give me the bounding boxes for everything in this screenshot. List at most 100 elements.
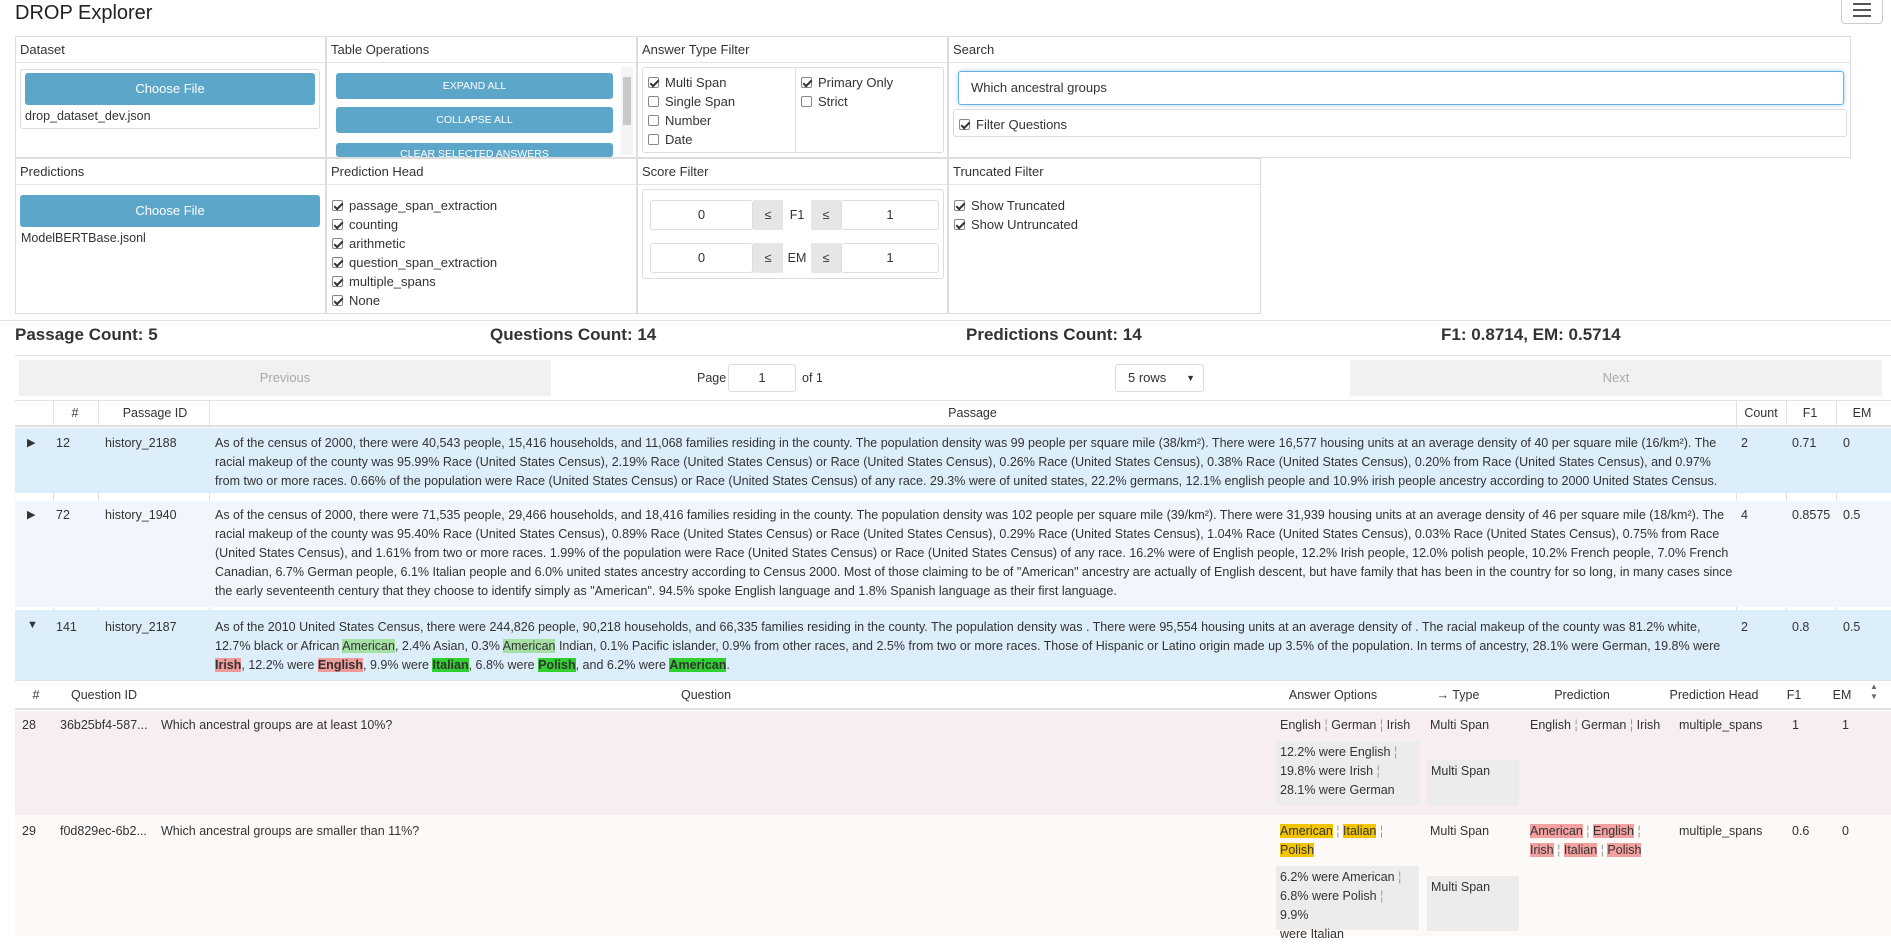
alt-answer-box[interactable]: 12.2% were English ¦ 19.8% were Irish ¦ … [1276,741,1419,805]
checkbox-icon [648,96,659,107]
passage-count: 4 [1741,508,1748,522]
answer-highlight: English [317,658,363,672]
answer-options[interactable]: English ¦ German ¦ Irish [1280,716,1410,735]
passage-text: As of the census of 2000, there were 40,… [215,436,1718,488]
em-max-input[interactable]: 1 [841,243,939,273]
menu-button[interactable] [1841,0,1883,24]
passage-num: 12 [56,436,70,450]
passage-text: As of the census of 2000, there were 71,… [215,508,1733,598]
checkbox-icon [801,77,812,88]
f1-max-input[interactable]: 1 [841,200,939,230]
truncated-filter-header: Truncated Filter [949,159,1260,185]
answer-highlight: Polish [538,658,576,672]
checkbox-icon [954,200,965,211]
answer-type-header: Answer Type Filter [638,37,947,63]
qcol-type[interactable]: → Type [1409,688,1507,702]
checkbox-icon [332,200,343,211]
head-question-span-extraction-checkbox[interactable]: question_span_extraction [332,255,497,270]
em-min-input[interactable]: 0 [650,243,753,273]
qcol-num: # [32,688,40,702]
passage-f1: 0.8 [1792,620,1810,634]
predictions-header: Predictions [16,159,325,185]
dataset-header: Dataset [16,37,325,63]
answer-highlight: American [669,658,727,672]
question-num: 28 [22,718,36,732]
head-none-checkbox[interactable]: None [332,293,380,308]
prediction: English ¦ German ¦ Irish [1530,718,1661,732]
answer-highlight: American [342,639,395,653]
primary-only-checkbox[interactable]: Primary Only [801,75,893,90]
single-span-checkbox[interactable]: Single Span [648,94,735,109]
alt-answer-box[interactable]: 6.2% were American ¦ 6.8% were Polish ¦ … [1276,866,1419,941]
col-passage-id: Passage ID [122,406,188,420]
separator-icon: ¦ [1557,843,1561,857]
vertical-scroll-arrows-icon[interactable]: ▲ ▼ [1870,682,1878,702]
question-f1: 0.6 [1792,824,1810,838]
question-f1: 1 [1792,718,1799,732]
table-operations-scrollbar[interactable] [621,67,633,155]
qcol-prediction-head: Prediction Head [1669,688,1759,702]
collapse-triangle-icon[interactable]: ▼ [27,616,38,635]
dataset-choose-file-button[interactable]: Choose File [25,73,315,105]
collapse-all-button[interactable]: COLLAPSE ALL [336,107,613,133]
question-em: 0 [1842,824,1849,838]
predictions-file-name: ModelBERTBase.jsonl [21,231,146,245]
head-counting-checkbox[interactable]: counting [332,217,398,232]
show-untruncated-checkbox[interactable]: Show Untruncated [954,217,1078,232]
expand-triangle-icon[interactable]: ▶ [27,434,35,453]
scrollbar-thumb[interactable] [623,77,631,125]
score-summary: F1: 0.8714, EM: 0.5714 [1441,325,1621,344]
date-checkbox[interactable]: Date [648,132,692,147]
passage-em: 0.5 [1843,508,1861,522]
expand-all-button[interactable]: EXPAND ALL [336,73,613,99]
search-input[interactable]: Which ancestral groups [958,71,1844,105]
number-checkbox[interactable]: Number [648,113,711,128]
multi-span-checkbox[interactable]: Multi Span [648,75,726,90]
show-truncated-checkbox[interactable]: Show Truncated [954,198,1065,213]
previous-button[interactable]: Previous [19,360,551,396]
stats-divider [0,320,1891,321]
predictions-choose-file-button[interactable]: Choose File [20,195,320,227]
passage-count: Passage Count: 5 [15,325,158,344]
head-arithmetic-checkbox[interactable]: arithmetic [332,236,405,251]
head-multiple-spans-checkbox[interactable]: multiple_spans [332,274,436,289]
next-button[interactable]: Next [1350,360,1882,396]
questions-count: Questions Count: 14 [490,325,657,344]
head-passage-span-extraction-checkbox[interactable]: passage_span_extraction [332,198,497,213]
rows-per-page-select[interactable]: 5 rows ▼ [1115,364,1204,392]
answer-type-filter-panel: Answer Type Filter Multi Span Single Spa… [637,36,948,158]
app-title: DROP Explorer [15,2,153,24]
prediction-head: multiple_spans [1679,824,1763,838]
expand-triangle-icon[interactable]: ▶ [27,506,35,525]
checkbox-icon [954,219,965,230]
predictions-count: Predictions Count: 14 [966,325,1142,344]
table-operations-header: Table Operations [327,37,636,63]
passage-em: 0.5 [1843,620,1861,634]
prediction-head-header: Prediction Head [327,159,636,185]
qcol-question: Question [680,688,732,702]
passage-text: As of the 2010 United States Census, the… [215,620,1721,672]
page-number-input[interactable]: 1 [728,364,796,392]
question-text: Which ancestral groups are at least 10%? [161,718,393,732]
prediction-head-panel: Prediction Head passage_span_extraction … [326,158,637,314]
filter-questions-checkbox[interactable]: Filter Questions [959,117,1067,132]
em-max-leq: ≤ [811,243,841,273]
col-count: Count [1744,406,1778,420]
checkbox-icon [332,257,343,268]
answer-options[interactable]: American ¦ Italian ¦ Polish [1280,822,1420,860]
passage-f1: 0.71 [1792,436,1817,450]
strict-checkbox[interactable]: Strict [801,94,848,109]
separator-icon: ¦ [1600,843,1604,857]
dataset-panel: Dataset Choose File drop_dataset_dev.jso… [15,36,326,158]
separator-icon: ¦ [1574,718,1578,732]
em-min-leq: ≤ [753,243,783,273]
prediction-head: multiple_spans [1679,718,1763,732]
passage-num: 72 [56,508,70,522]
f1-min-input[interactable]: 0 [650,200,753,230]
clear-selected-answers-button[interactable]: CLEAR SELECTED ANSWERS [336,143,613,157]
checkbox-icon [332,295,343,306]
page-label: Page [697,371,727,385]
answer-type-divider [795,67,796,153]
qcol-question-id: Question ID [70,688,137,702]
passage-id: history_2187 [105,620,177,634]
